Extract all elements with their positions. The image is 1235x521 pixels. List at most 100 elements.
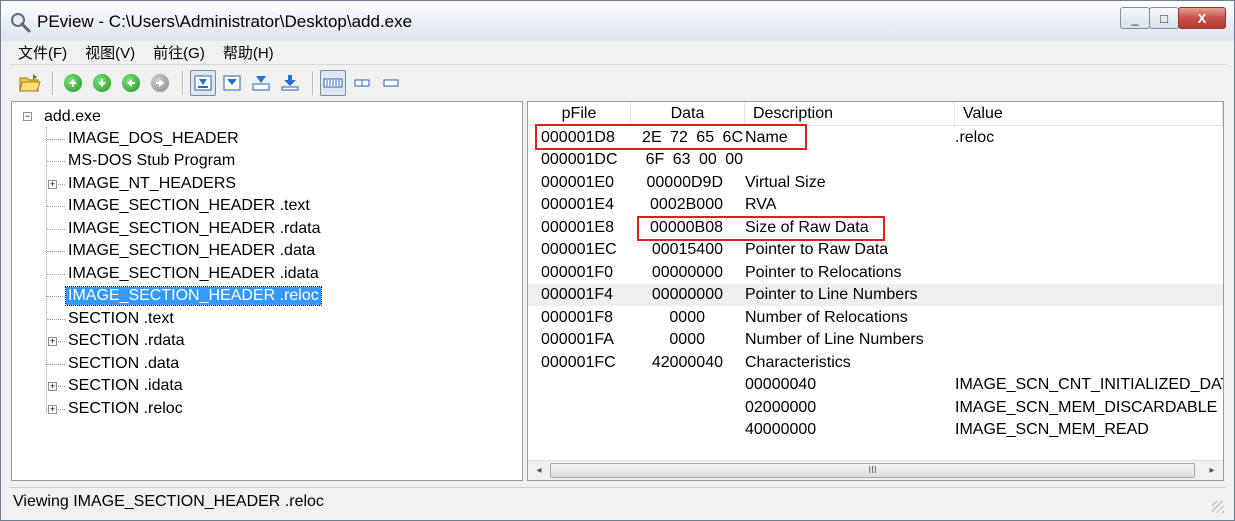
tree-item-label: IMAGE_SECTION_HEADER .text [68,196,310,214]
resize-grip-icon[interactable] [1212,501,1224,513]
tree-item-section-header-data[interactable]: IMAGE_SECTION_HEADER .data [66,240,317,261]
tree-connector [47,296,65,297]
expand-icon[interactable]: + [48,405,57,414]
cell-data: 0000 [669,331,705,348]
tree-item-label: IMAGE_SECTION_HEADER .idata [68,264,319,282]
cell-data: 00000000 [651,286,723,303]
menu-go[interactable]: 前往(G) [144,42,214,63]
tree-item-section-header-rdata[interactable]: IMAGE_SECTION_HEADER .rdata [66,218,323,239]
expand-icon[interactable]: + [48,382,57,391]
byte-view-icon[interactable] [320,70,346,96]
tree-connector [58,386,65,387]
toolbar-separator [182,71,184,95]
word-view-icon[interactable] [349,70,375,96]
tree-item-label: SECTION .reloc [68,399,183,417]
cell-data: 0000 [669,309,705,326]
tree-item-dos-header[interactable]: IMAGE_DOS_HEADER [66,128,241,149]
view-3-icon[interactable] [248,70,274,96]
window-title: PEview - C:\Users\Administrator\Desktop\… [37,12,413,31]
tree-pane[interactable]: − add.exe IMAGE_DOS_HEADER MS-DOS Stub P… [11,101,523,481]
status-bar: Viewing IMAGE_SECTION_HEADER .reloc [9,487,1226,515]
cell-description: Pointer to Raw Data [745,241,889,258]
tree-item-section-text[interactable]: SECTION .text [66,308,176,329]
tree-item-label: SECTION .rdata [68,331,185,349]
tree-item-section-header-idata[interactable]: IMAGE_SECTION_HEADER .idata [66,263,321,284]
scroll-left-icon[interactable]: ◂ [530,463,548,479]
down-icon[interactable] [89,70,115,96]
view-4-icon[interactable] [277,70,303,96]
cell-data: 42000040 [651,354,723,371]
scrollbar-thumb[interactable]: III [550,463,1195,478]
menu-view[interactable]: 视图(V) [76,42,144,63]
toolbar-separator [312,71,314,95]
magnifier-app-icon [11,13,31,33]
view-2-icon[interactable] [219,70,245,96]
cell-pfile: 000001EC [541,241,617,258]
column-header-value[interactable]: Value [955,102,1223,126]
tree-item-nt-headers[interactable]: IMAGE_NT_HEADERS [66,173,238,194]
tree-item-section-reloc[interactable]: SECTION .reloc [66,398,185,419]
column-header-description[interactable]: Description [745,102,955,126]
tree-connector [47,161,65,162]
peview-window: PEview - C:\Users\Administrator\Desktop\… [0,0,1235,521]
dword-view-icon[interactable] [378,70,404,96]
tree-item-label: IMAGE_NT_HEADERS [68,174,237,192]
cell-description: 40000000 [745,421,817,438]
cell-pfile: 000001FC [541,354,616,371]
horizontal-scrollbar[interactable]: ◂ III ▸ [528,460,1223,480]
tree-item-label-selected: IMAGE_SECTION_HEADER .reloc [65,285,322,306]
minimize-button[interactable]: _ [1120,7,1150,29]
menu-help[interactable]: 帮助(H) [214,42,283,63]
tree-connector [47,206,65,207]
title-bar[interactable]: PEview - C:\Users\Administrator\Desktop\… [1,1,1234,41]
cell-pfile: 000001F0 [541,264,614,281]
tree-item-section-header-reloc[interactable]: IMAGE_SECTION_HEADER .reloc [65,285,322,306]
tree-item-label: SECTION .text [68,309,174,327]
cell-description: RVA [745,196,777,213]
cell-pfile: 000001E0 [541,174,614,191]
details-pane[interactable]: pFile Data Description Value 000001D8 2E… [527,101,1224,481]
collapse-icon[interactable]: − [23,112,32,121]
tree-connector [58,409,65,410]
cell-description: Number of Relocations [745,309,908,326]
view-1-icon[interactable] [190,70,216,96]
tree-item-label: IMAGE_DOS_HEADER [68,129,239,147]
tree-connector [47,364,65,365]
tree-item-section-data[interactable]: SECTION .data [66,353,181,374]
annotation-box-name [535,124,807,150]
tree-item-section-idata[interactable]: SECTION .idata [66,375,185,396]
cell-data: 6F 63 00 00 [645,151,743,168]
tree-item-dos-stub[interactable]: MS-DOS Stub Program [66,150,237,171]
column-header-data[interactable]: Data [631,102,745,126]
cell-pfile: 000001F8 [541,309,614,326]
cell-pfile: 000001DC [541,151,618,168]
tree-connector [47,251,65,252]
tree-item-label: IMAGE_SECTION_HEADER .data [68,241,316,259]
forward-icon[interactable] [147,70,173,96]
maximize-button[interactable]: □ [1149,7,1179,29]
scroll-right-icon[interactable]: ▸ [1203,463,1221,479]
up-icon[interactable] [60,70,86,96]
annotation-box-size-of-raw-data [637,216,885,241]
cell-description: 02000000 [745,399,817,416]
tree-connector [47,319,65,320]
tree-connector [58,184,65,185]
cell-value: IMAGE_SCN_MEM_READ [955,421,1149,438]
expand-icon[interactable]: + [48,180,57,189]
tree-connector [46,127,47,413]
tree-connector [47,139,65,140]
column-header-pfile[interactable]: pFile [528,102,631,126]
tree-root[interactable]: add.exe [42,106,103,127]
tree-item-section-header-text[interactable]: IMAGE_SECTION_HEADER .text [66,195,312,216]
tree-connector [47,274,65,275]
menu-file[interactable]: 文件(F) [9,42,76,63]
expand-icon[interactable]: + [48,337,57,346]
cell-pfile: 000001F4 [541,286,614,303]
cell-description: 00000040 [745,376,817,393]
tree-item-section-rdata[interactable]: SECTION .rdata [66,330,186,351]
back-icon[interactable] [118,70,144,96]
tree-item-label: IMAGE_SECTION_HEADER .rdata [68,219,321,237]
close-button[interactable]: X [1178,7,1226,29]
open-icon[interactable] [17,70,43,96]
cell-data: 00000D9D [646,174,724,191]
